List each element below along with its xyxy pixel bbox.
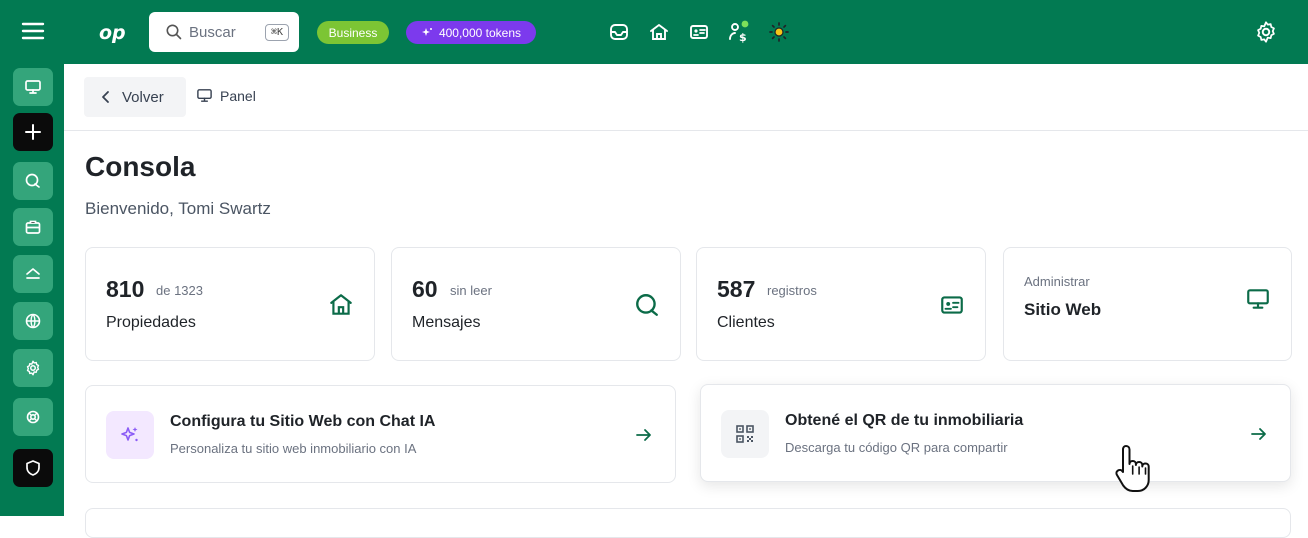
stat-suffix: sin leer	[450, 283, 492, 298]
sidebar-item-help[interactable]	[13, 398, 53, 436]
search-placeholder: Buscar	[189, 23, 236, 41]
plus-icon	[24, 123, 42, 141]
home-icon	[328, 292, 354, 318]
sidebar-item-add[interactable]	[13, 113, 53, 151]
arrow-right-icon	[1248, 423, 1270, 445]
tokens-badge[interactable]: 400,000 tokens	[406, 21, 536, 44]
action-title: Obtené el QR de tu inmobiliaria	[785, 412, 1024, 429]
search-shortcut: ⌘K	[264, 23, 289, 41]
page-title: Consola	[85, 151, 196, 182]
home-icon[interactable]	[645, 18, 673, 46]
shield-icon	[24, 459, 42, 477]
qr-code-icon	[721, 410, 769, 458]
stat-card-website[interactable]: Administrar Sitio Web	[1003, 247, 1292, 361]
stat-card-properties[interactable]: 810 de 1323 Propiedades	[85, 247, 375, 361]
next-card	[85, 508, 1291, 538]
stat-value: 60	[412, 276, 438, 302]
stat-suffix: de 1323	[156, 283, 203, 298]
top-shortcuts: $	[605, 18, 793, 46]
svg-text:$: $	[739, 31, 747, 44]
tokens-label: 400,000 tokens	[438, 25, 522, 40]
page-header: Volver Panel	[64, 64, 1308, 131]
plan-badge[interactable]: Business	[317, 21, 389, 44]
app-logo[interactable]: op	[98, 18, 132, 46]
stat-suffix: registros	[767, 283, 817, 298]
inbox-icon[interactable]	[605, 18, 633, 46]
welcome-text: Bienvenido, Tomi Swartz	[85, 199, 271, 218]
website-label: Sitio Web	[1024, 300, 1102, 319]
search-icon	[165, 23, 183, 41]
ai-website-card[interactable]: Configura tu Sitio Web con Chat IA Perso…	[85, 385, 676, 483]
breadcrumb[interactable]: Panel	[196, 87, 256, 104]
chevron-left-icon	[100, 90, 112, 104]
id-card-icon[interactable]	[685, 18, 713, 46]
chat-icon	[634, 292, 660, 318]
search-box[interactable]: Buscar ⌘K	[149, 12, 299, 52]
sparkles-icon	[106, 411, 154, 459]
breadcrumb-label: Panel	[220, 87, 256, 104]
sidebar-item-security[interactable]	[13, 449, 53, 487]
monitor-icon	[1245, 286, 1271, 312]
stat-card-messages[interactable]: 60 sin leer Mensajes	[391, 247, 681, 361]
stat-label: Clientes	[717, 314, 775, 331]
sidebar-item-dashboard[interactable]	[13, 68, 53, 106]
sidebar-item-website[interactable]	[13, 302, 53, 340]
stat-value: 587	[717, 276, 756, 302]
globe-icon	[24, 312, 42, 330]
website-caption: Administrar	[1024, 274, 1090, 289]
arrow-right-icon	[633, 424, 655, 446]
stat-label: Mensajes	[412, 314, 481, 331]
briefcase-icon	[24, 218, 42, 236]
settings-icon[interactable]	[1253, 19, 1279, 45]
sun-icon[interactable]	[765, 18, 793, 46]
stat-card-clients[interactable]: 587 registros Clientes	[696, 247, 986, 361]
chat-icon	[24, 172, 42, 190]
back-button[interactable]: Volver	[84, 77, 186, 117]
sidebar-item-briefcase[interactable]	[13, 208, 53, 246]
top-bar: op Buscar ⌘K Business 400,000 tokens $	[0, 0, 1308, 64]
sidebar-item-messages[interactable]	[13, 162, 53, 200]
sidebar	[0, 64, 64, 516]
id-card-icon	[939, 292, 965, 318]
action-title: Configura tu Sitio Web con Chat IA	[170, 413, 436, 430]
menu-icon[interactable]	[20, 18, 46, 44]
action-description: Personaliza tu sitio web inmobiliario co…	[170, 441, 417, 456]
sidebar-item-settings[interactable]	[13, 349, 53, 387]
monitor-icon	[24, 78, 42, 96]
monitor-icon	[196, 87, 213, 104]
gear-icon	[24, 359, 42, 377]
lifebuoy-icon	[24, 408, 42, 426]
sparkles-icon	[421, 27, 433, 39]
back-label: Volver	[122, 88, 164, 106]
action-description: Descarga tu código QR para compartir	[785, 440, 1008, 455]
stat-label: Propiedades	[106, 314, 196, 331]
hand-cursor-icon	[1112, 442, 1162, 494]
house-icon	[24, 265, 42, 283]
stat-value: 810	[106, 276, 145, 302]
svg-text:op: op	[99, 22, 126, 44]
user-money-icon[interactable]: $	[725, 18, 753, 46]
qr-code-card[interactable]: Obtené el QR de tu inmobiliaria Descarga…	[700, 384, 1291, 482]
sidebar-item-properties[interactable]	[13, 255, 53, 293]
